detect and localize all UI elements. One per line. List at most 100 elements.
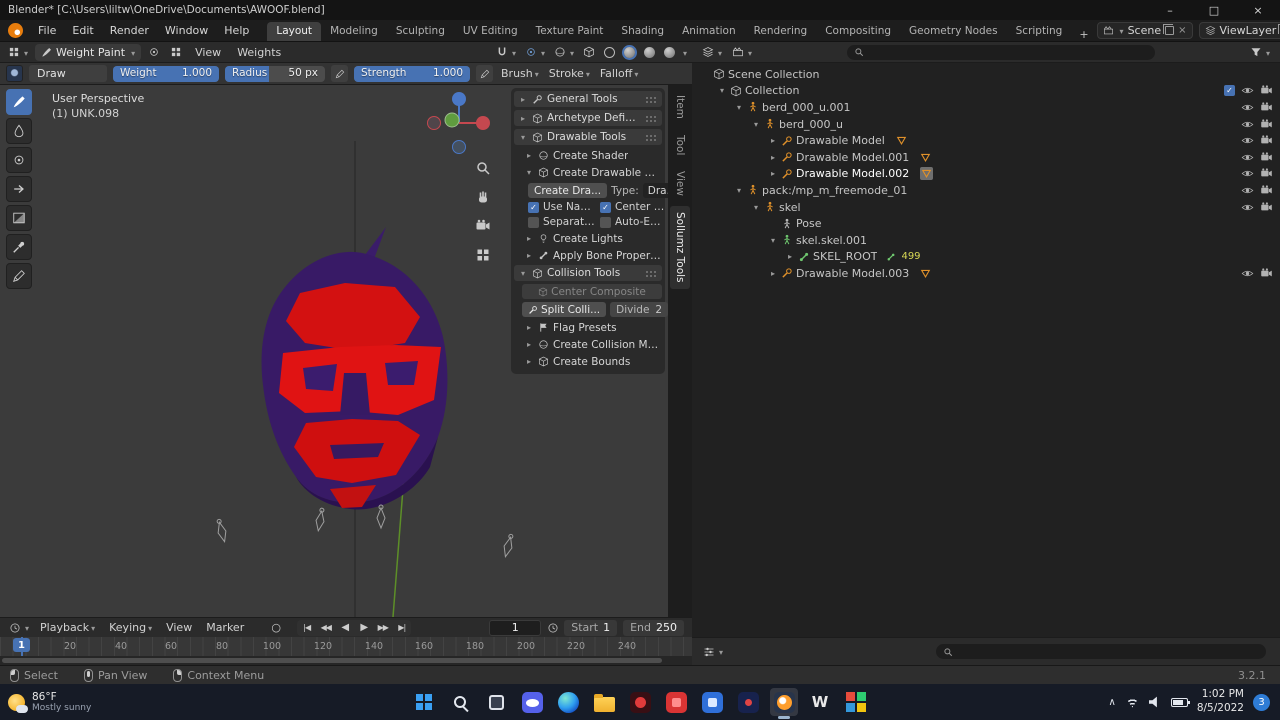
app-button-4[interactable] [734,688,762,716]
play-button[interactable]: ▶ [354,620,373,636]
split-collision-button[interactable]: Split Colli... [522,302,607,317]
navigation-gizmo[interactable] [427,91,491,155]
outliner-search[interactable] [847,44,1155,60]
app-button-1[interactable] [626,688,654,716]
tool-smear-button[interactable] [6,176,32,202]
divide-field[interactable]: Divide 2 [610,302,668,317]
blender-logo-icon[interactable] [8,23,23,38]
blender-app-button[interactable] [770,688,798,716]
paint-mask-face-toggle[interactable] [167,44,185,60]
camera-icon[interactable] [1260,151,1273,164]
tab-modeling[interactable]: Modeling [321,22,387,41]
outliner-row-drawable-model-002[interactable]: ▸ Drawable Model.002 [692,166,1280,183]
eye-icon[interactable] [1241,267,1254,280]
falloff-menu[interactable]: Falloff [598,67,641,80]
subpanel-apply-bone-properties[interactable]: ▸ Apply Bone Properties [514,248,662,263]
tool-draw-button[interactable] [6,89,32,115]
armature-bones[interactable] [215,504,515,558]
outliner-row-drawable-model-001[interactable]: ▸ Drawable Model.001 [692,149,1280,166]
toggle-ortho-button[interactable] [472,244,494,266]
camera-icon[interactable] [1260,267,1273,280]
notification-badge[interactable]: 3 [1253,693,1270,711]
subpanel-create-drawable-objects[interactable]: ▾ Create Drawable Objects [514,165,662,180]
gizmo-z-axis[interactable] [452,92,466,106]
camera-icon[interactable] [1260,101,1273,114]
shading-wireframe-button[interactable] [601,45,618,60]
tray-overflow-icon[interactable]: ∧ [1109,697,1116,708]
weight-slider[interactable]: Weight 1.000 [113,65,219,82]
tab-shading[interactable]: Shading [612,22,673,41]
eye-icon[interactable] [1241,84,1254,97]
panel-grip-icon[interactable] [645,133,658,141]
tab-layout[interactable]: Layout [267,22,322,41]
taskbar-weather-widget[interactable]: 86°F Mostly sunny [8,684,91,720]
zoom-button[interactable] [472,157,494,179]
outliner-row-skel-skel-001[interactable]: ▾ skel.skel.001 [692,232,1280,249]
subpanel-create-shader[interactable]: ▸ Create Shader [514,148,662,163]
mode-selector[interactable]: Weight Paint [35,43,142,61]
tab-texture-paint[interactable]: Texture Paint [527,22,613,41]
sidebar-tab-item[interactable]: Item [670,89,690,125]
gizmo-x-axis[interactable] [476,116,490,130]
menu-tl-view[interactable]: View [160,621,198,634]
menu-help[interactable]: Help [216,24,257,37]
paint-mask-vertex-toggle[interactable] [145,44,163,60]
tab-scripting[interactable]: Scripting [1007,22,1072,41]
checkbox-unchecked-icon[interactable] [528,216,539,228]
new-scene-icon[interactable] [1163,24,1175,35]
tool-sample-button[interactable] [6,234,32,260]
timeline-scrollbar[interactable] [0,656,692,665]
panel-grip-icon[interactable] [645,114,658,122]
radius-slider[interactable]: Radius 50 px [225,65,325,82]
frame-end-field[interactable]: End 250 [623,619,684,636]
shading-solid-button[interactable] [621,45,638,60]
use-preview-range-button[interactable] [543,620,562,636]
menu-view[interactable]: View [189,46,227,59]
sidebar-tab-tool[interactable]: Tool [670,129,690,161]
panel-general-tools[interactable]: ▸ General Tools [514,91,662,107]
tab-uv-editing[interactable]: UV Editing [454,22,527,41]
create-drawable-button[interactable]: Create Dra... [528,183,608,198]
prev-keyframe-button[interactable]: ◀◀ [316,620,335,636]
snap-toggle-button[interactable] [493,44,519,61]
gizmo-y-axis[interactable] [444,112,460,128]
radius-pressure-button[interactable] [331,65,348,82]
unlink-scene-icon[interactable]: × [1178,25,1186,36]
eye-icon[interactable] [1241,201,1254,214]
proportional-edit-button[interactable] [522,44,548,61]
app-button-3[interactable] [698,688,726,716]
use-name-option[interactable]: ✓ Use Nam... [528,201,596,213]
tab-sculpting[interactable]: Sculpting [387,22,454,41]
start-button[interactable] [410,688,438,716]
3d-viewport[interactable]: User Perspective (1) UNK.098 ▸ General T… [0,85,668,617]
center-to-option[interactable]: ✓Center to ... [600,201,668,213]
subpanel-flag-presets[interactable]: ▸ Flag Presets [514,320,662,335]
outliner-filter-button[interactable] [1247,44,1273,61]
overlays-button[interactable] [551,44,577,61]
outliner-row-berd-000-u-001[interactable]: ▾ berd_000_u.001 [692,99,1280,116]
stroke-menu[interactable]: Stroke [547,67,592,80]
panel-drawable-tools[interactable]: ▾ Drawable Tools [514,129,662,145]
menu-keying[interactable]: Keying [103,621,158,634]
app-button-2[interactable] [662,688,690,716]
checkbox-checked-icon[interactable]: ✓ [600,201,611,213]
auto-keying-button[interactable]: ○ [266,620,285,636]
shading-rendered-button[interactable] [661,45,678,60]
tool-blur-button[interactable] [6,118,32,144]
outliner-row-pose[interactable]: Pose [692,215,1280,232]
menu-playback[interactable]: Playback [34,621,101,634]
minimize-button[interactable]: – [1148,0,1192,20]
camera-icon[interactable] [1260,167,1273,180]
auto-embed-option[interactable]: Auto-Emb... [600,216,668,228]
outliner-display-mode-button[interactable] [729,44,755,61]
discord-app-button[interactable] [518,688,546,716]
outliner-row-scene-collection[interactable]: Scene Collection [692,66,1280,83]
panel-collision-tools[interactable]: ▾ Collision Tools [514,265,662,281]
subpanel-create-lights[interactable]: ▸ Create Lights [514,231,662,246]
subpanel-create-collision-material[interactable]: ▸ Create Collision Material [514,337,662,352]
task-view-button[interactable] [482,688,510,716]
strength-pressure-button[interactable] [476,65,493,82]
camera-icon[interactable] [1260,184,1273,197]
gizmo-neg-z-axis[interactable] [452,140,466,154]
checkbox-unchecked-icon[interactable] [600,216,611,228]
